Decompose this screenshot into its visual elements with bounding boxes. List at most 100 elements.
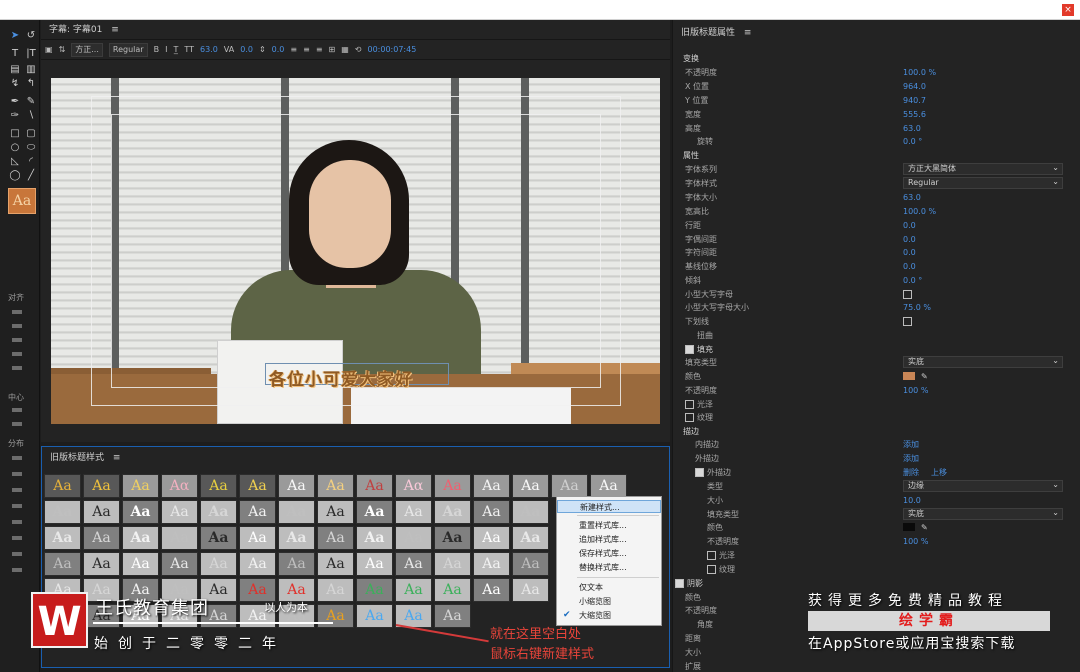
property-value[interactable]: 964.0 bbox=[903, 80, 926, 93]
align-left-icon[interactable] bbox=[12, 310, 22, 314]
style-swatch[interactable]: Aa bbox=[473, 500, 510, 524]
style-swatch[interactable]: Aa bbox=[83, 474, 120, 498]
style-swatch[interactable]: Aa bbox=[512, 552, 549, 576]
distribute-6-icon[interactable] bbox=[12, 536, 22, 540]
style-swatch[interactable]: Aa bbox=[590, 474, 627, 498]
font-family-select[interactable]: 方正... bbox=[71, 42, 103, 57]
clipped-rect-tool-icon[interactable]: ⬭ bbox=[24, 142, 38, 154]
vertical-type-tool-icon[interactable]: |T bbox=[24, 48, 38, 60]
kerning-value[interactable]: 0.0 bbox=[240, 45, 253, 54]
path-type-tool-icon[interactable]: ↯ bbox=[8, 78, 22, 90]
bold-icon[interactable]: B bbox=[154, 45, 160, 54]
context-menu-item[interactable]: 追加样式库... bbox=[557, 533, 661, 546]
style-swatch[interactable]: Aa bbox=[317, 526, 354, 550]
style-swatch[interactable]: Aa bbox=[473, 526, 510, 550]
selection-tool-icon[interactable]: ➤ bbox=[8, 30, 22, 42]
background-video-icon[interactable]: ▦ bbox=[341, 45, 349, 54]
property-value[interactable]: 0.0 ° bbox=[903, 274, 922, 287]
color-swatch[interactable] bbox=[903, 523, 915, 531]
style-swatch[interactable]: Aa bbox=[473, 474, 510, 498]
style-swatch[interactable]: Aa bbox=[200, 552, 237, 576]
align-top-icon[interactable] bbox=[12, 352, 22, 356]
style-swatch[interactable]: Aa bbox=[356, 552, 393, 576]
context-menu-item[interactable]: 保存样式库... bbox=[557, 547, 661, 560]
style-swatch[interactable]: Aa bbox=[395, 552, 432, 576]
leading-value[interactable]: 0.0 bbox=[272, 45, 285, 54]
style-swatch[interactable]: Aa bbox=[473, 578, 510, 602]
close-icon[interactable]: × bbox=[1062, 4, 1074, 16]
style-swatch[interactable]: Aa bbox=[317, 552, 354, 576]
align-middle-icon[interactable] bbox=[12, 366, 22, 370]
roll-crawl-icon[interactable]: ⇅ bbox=[59, 45, 66, 54]
center-horizontal-icon[interactable] bbox=[12, 408, 22, 412]
style-swatch[interactable]: Aa bbox=[512, 578, 549, 602]
move-up-link[interactable]: 上移 bbox=[931, 466, 947, 479]
align-left-text-icon[interactable]: ≡ bbox=[290, 45, 297, 54]
style-swatch[interactable]: Αα bbox=[395, 474, 432, 498]
align-right-icon[interactable] bbox=[12, 338, 22, 342]
property-value[interactable]: 10.0 bbox=[903, 494, 921, 507]
style-swatch[interactable]: Aa bbox=[356, 578, 393, 602]
style-swatch[interactable]: Aa bbox=[200, 500, 237, 524]
style-swatch[interactable]: Aa bbox=[512, 500, 549, 524]
distribute-7-icon[interactable] bbox=[12, 552, 22, 556]
context-menu-item[interactable]: 大缩览图 ✔ bbox=[557, 609, 661, 622]
style-swatch[interactable]: Aa bbox=[278, 500, 315, 524]
style-swatch[interactable]: Aa bbox=[434, 500, 471, 524]
vertical-area-type-tool-icon[interactable]: ▥ bbox=[24, 64, 38, 76]
context-menu-item[interactable]: 替换样式库... bbox=[557, 561, 661, 574]
context-menu-item[interactable]: 重置样式库... bbox=[557, 519, 661, 532]
new-title-icon[interactable]: ▣ bbox=[45, 45, 53, 54]
style-swatch[interactable]: Aa bbox=[278, 474, 315, 498]
style-swatch[interactable]: Aa bbox=[200, 474, 237, 498]
tab-stops-icon[interactable]: ⊞ bbox=[329, 45, 336, 54]
property-dropdown[interactable]: Regular ⌄ bbox=[903, 177, 1063, 189]
style-swatch[interactable]: Aa bbox=[122, 474, 159, 498]
property-value[interactable]: 100.0 % bbox=[903, 66, 936, 79]
timecode-value[interactable]: 00:00:07:45 bbox=[367, 45, 416, 54]
style-swatch[interactable]: Aa bbox=[434, 578, 471, 602]
color-swatch[interactable] bbox=[903, 372, 915, 380]
style-swatch[interactable]: Aa bbox=[473, 552, 510, 576]
style-swatch[interactable]: Aa bbox=[317, 604, 354, 628]
circle-tool-icon[interactable]: ◯ bbox=[8, 170, 22, 182]
style-swatch[interactable]: Aa bbox=[83, 526, 120, 550]
font-size-value[interactable]: 63.0 bbox=[200, 45, 218, 54]
style-swatch[interactable]: Aa bbox=[200, 526, 237, 550]
property-value[interactable]: 0.0 bbox=[903, 233, 916, 246]
style-swatch[interactable]: Aa bbox=[356, 474, 393, 498]
property-value[interactable]: 940.7 bbox=[903, 94, 926, 107]
property-dropdown[interactable]: 实底 ⌄ bbox=[903, 508, 1063, 520]
context-menu-item[interactable]: 仅文本 bbox=[557, 581, 661, 594]
property-checkbox[interactable] bbox=[707, 565, 716, 574]
context-menu-item[interactable]: 小缩览图 bbox=[557, 595, 661, 608]
style-swatch[interactable]: Aa bbox=[395, 578, 432, 602]
style-swatch[interactable]: Aa bbox=[395, 526, 432, 550]
align-center-text-icon[interactable]: ≡ bbox=[303, 45, 310, 54]
properties-menu-icon[interactable]: ≡ bbox=[744, 28, 752, 38]
style-swatch[interactable]: Aa bbox=[44, 500, 81, 524]
rotate-tool-icon[interactable]: ↺ bbox=[24, 30, 38, 42]
underline-icon[interactable]: T̲ bbox=[173, 45, 178, 54]
distribute-2-icon[interactable] bbox=[12, 472, 22, 476]
property-value[interactable]: 100.0 % bbox=[903, 205, 936, 218]
style-swatch[interactable]: Aa bbox=[512, 474, 549, 498]
delete-anchor-tool-icon[interactable]: ✑ bbox=[8, 110, 22, 122]
rectangle-tool-icon[interactable]: □ bbox=[8, 128, 22, 140]
property-value[interactable]: 100 % bbox=[903, 384, 928, 397]
style-swatch[interactable]: Aa bbox=[512, 526, 549, 550]
vertical-path-type-tool-icon[interactable]: ↰ bbox=[24, 78, 38, 90]
distribute-5-icon[interactable] bbox=[12, 520, 22, 524]
italic-icon[interactable]: I bbox=[165, 45, 167, 54]
style-swatch[interactable]: Aa bbox=[44, 552, 81, 576]
style-swatch[interactable]: Aa bbox=[434, 604, 471, 628]
video-frame[interactable]: 各位小可爱大家好 bbox=[51, 78, 660, 424]
distribute-8-icon[interactable] bbox=[12, 568, 22, 572]
area-type-tool-icon[interactable]: ▤ bbox=[8, 64, 22, 76]
style-swatch[interactable]: Aa bbox=[278, 552, 315, 576]
style-swatch[interactable]: Αα bbox=[161, 474, 198, 498]
property-value[interactable]: 添加 bbox=[903, 438, 919, 451]
pen-tool-icon[interactable]: ✒ bbox=[8, 96, 22, 108]
style-swatch[interactable]: Aa bbox=[44, 526, 81, 550]
property-value[interactable]: 63.0 bbox=[903, 122, 921, 135]
